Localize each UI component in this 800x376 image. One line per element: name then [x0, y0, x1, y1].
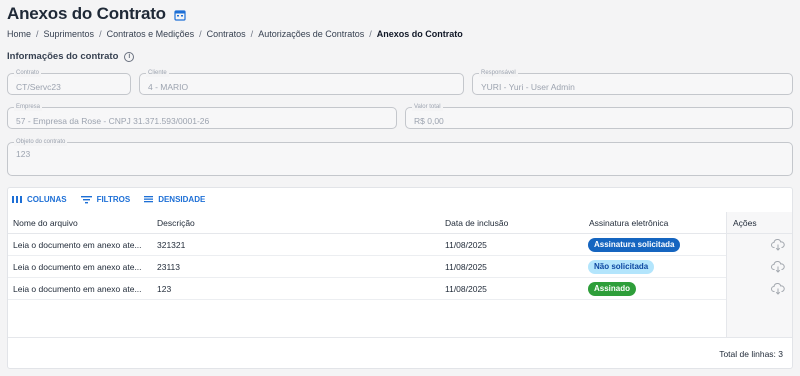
cell-nome: Leia o documento em anexo ate... [13, 284, 142, 294]
breadcrumb-separator: / [250, 29, 254, 39]
filters-button[interactable]: FILTROS [80, 195, 131, 204]
column-header-data[interactable]: Data de inclusão [445, 218, 508, 228]
responsavel-label: Responsável [479, 69, 518, 77]
cell-descricao: 321321 [157, 240, 186, 250]
table-row[interactable]: Leia o documento em anexo ate... 123 11/… [8, 278, 726, 300]
cell-descricao: 123 [157, 284, 172, 294]
table-header: Nome do arquivo Descrição Data de inclus… [8, 212, 792, 234]
column-header-assinatura[interactable]: Assinatura eletrônica [589, 218, 668, 228]
objeto-value: 123 [16, 149, 31, 159]
calendar-icon[interactable] [174, 8, 186, 21]
section-title: Informações do contrato i [7, 51, 135, 62]
breadcrumb-suprimentos[interactable]: Suprimentos [44, 29, 95, 39]
page-title: Anexos do Contrato [7, 4, 166, 23]
columns-icon [12, 196, 22, 203]
contrato-value: CT/Servc23 [16, 82, 61, 92]
filter-icon [80, 196, 92, 204]
contrato-field[interactable]: Contrato CT/Servc23 [7, 69, 131, 95]
total-rows: Total de linhas: 3 [719, 349, 783, 359]
breadcrumb-separator: / [99, 29, 102, 39]
info-icon[interactable]: i [124, 51, 135, 62]
cell-descricao: 23113 [157, 262, 181, 272]
breadcrumb-home[interactable]: Home [7, 29, 31, 39]
empresa-field[interactable]: Empresa 57 - Empresa da Rose - CNPJ 31.3… [7, 103, 397, 129]
columns-label: COLUNAS [27, 195, 67, 204]
density-button[interactable]: DENSIDADE [144, 195, 205, 204]
section-title-text: Informações do contrato [7, 51, 119, 62]
table-row[interactable]: Leia o documento em anexo ate... 321321 … [8, 234, 726, 256]
status-badge: Assinado [588, 282, 637, 296]
breadcrumb: Home / Suprimentos / Contratos e Mediçõe… [7, 29, 463, 39]
responsavel-field[interactable]: Responsável YURI - Yuri - User Admin [472, 69, 793, 95]
cliente-value: 4 - MARIO [148, 82, 189, 92]
empresa-label: Empresa [14, 103, 43, 111]
density-icon [144, 196, 154, 203]
breadcrumb-separator: / [199, 29, 202, 39]
title-row: Anexos do Contrato [7, 4, 186, 24]
column-header-acoes: Ações [733, 218, 757, 228]
empresa-value: 57 - Empresa da Rose - CNPJ 31.371.593/0… [16, 116, 210, 126]
objeto-field[interactable]: Objeto do contrato 123 [7, 138, 793, 176]
cell-nome: Leia o documento em anexo ate... [13, 262, 142, 272]
breadcrumb-contratos[interactable]: Contratos [207, 29, 246, 39]
grid-toolbar: COLUNAS FILTROS DENSIDADE [12, 195, 205, 204]
breadcrumb-autorizacoes[interactable]: Autorizações de Contratos [258, 29, 364, 39]
breadcrumb-current: Anexos do Contrato [376, 29, 463, 39]
column-header-descricao[interactable]: Descrição [157, 218, 195, 228]
cell-data: 11/08/2025 [445, 240, 487, 250]
breadcrumb-separator: / [36, 29, 39, 39]
breadcrumb-contratos-medicoes[interactable]: Contratos e Medições [107, 29, 195, 39]
cliente-label: Cliente [146, 69, 169, 77]
cliente-field[interactable]: Cliente 4 - MARIO [139, 69, 464, 95]
cloud-download-icon[interactable] [771, 261, 785, 273]
cell-nome: Leia o documento em anexo ate... [13, 240, 142, 250]
contrato-label: Contrato [14, 69, 42, 77]
attachments-grid: COLUNAS FILTROS DENSIDADE Nome do arquiv… [7, 187, 793, 369]
status-badge: Assinatura solicitada [588, 238, 681, 252]
cell-data: 11/08/2025 [445, 284, 487, 294]
responsavel-value: YURI - Yuri - User Admin [481, 82, 575, 92]
grid-footer: Total de linhas: 3 [8, 337, 792, 369]
valor-total-value: R$ 0,00 [414, 116, 444, 126]
columns-button[interactable]: COLUNAS [12, 195, 67, 204]
status-badge: Não solicitada [588, 260, 655, 274]
breadcrumb-separator: / [369, 29, 372, 39]
valor-total-field[interactable]: Valor total R$ 0,00 [405, 103, 793, 129]
cloud-download-icon[interactable] [771, 283, 785, 295]
table-row[interactable]: Leia o documento em anexo ate... 23113 1… [8, 256, 726, 278]
valor-total-label: Valor total [412, 103, 443, 111]
density-label: DENSIDADE [158, 195, 206, 204]
cell-data: 11/08/2025 [445, 262, 487, 272]
filters-label: FILTROS [96, 195, 131, 204]
cloud-download-icon[interactable] [771, 239, 785, 251]
column-header-nome[interactable]: Nome do arquivo [13, 218, 78, 228]
objeto-label: Objeto do contrato [14, 138, 68, 146]
